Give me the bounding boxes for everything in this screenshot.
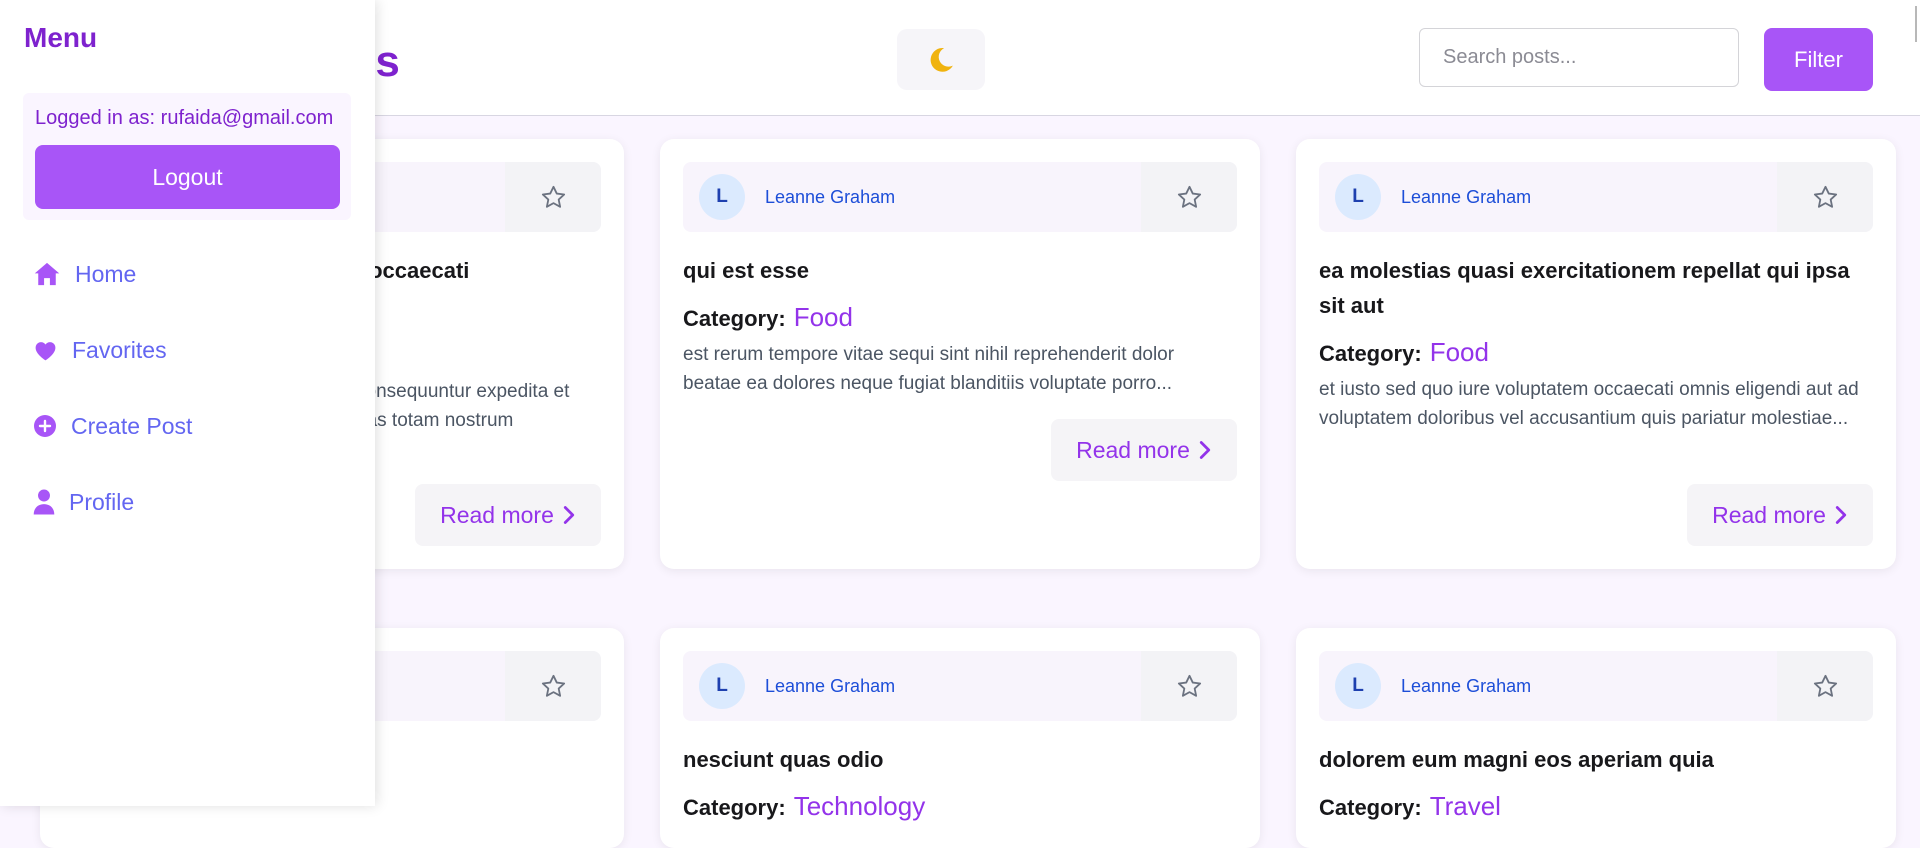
star-icon	[1177, 185, 1201, 208]
post-card-header: L Leanne Graham	[1319, 162, 1873, 232]
read-more-button[interactable]: Read more	[415, 484, 601, 546]
read-more-label: Read more	[1076, 436, 1190, 463]
star-icon	[541, 185, 565, 208]
heart-icon	[35, 341, 56, 360]
home-icon	[34, 262, 60, 286]
moon-icon	[930, 47, 953, 72]
avatar: L	[699, 663, 745, 709]
read-more-button[interactable]: Read more	[1687, 484, 1873, 546]
sidebar-item-label: Home	[75, 260, 137, 287]
category-line: Category: Food	[1319, 337, 1873, 368]
post-title: dolorem eum magni eos aperiam quia	[1319, 747, 1714, 772]
filter-button[interactable]: Filter	[1764, 28, 1873, 91]
chevron-right-icon	[563, 506, 575, 524]
menu-title: Menu	[24, 22, 98, 53]
post-title: qui est esse	[683, 258, 809, 283]
post-card: L Leanne Graham ea molestias quasi exerc…	[1296, 139, 1896, 569]
category-value: Food	[793, 302, 853, 332]
star-icon	[1813, 674, 1837, 697]
read-more-label: Read more	[1712, 501, 1826, 528]
chevron-right-icon	[1835, 506, 1847, 524]
category-label: Category:	[1319, 795, 1422, 820]
post-card: L Leanne Graham dolorem eum magni eos ap…	[1296, 628, 1896, 848]
sidebar-menu: Menu Logged in as: rufaida@gmail.com Log…	[0, 0, 375, 806]
sidebar-item-home[interactable]: Home	[33, 254, 136, 294]
category-line: Category: Travel	[1319, 791, 1873, 822]
favorite-button[interactable]	[1777, 651, 1873, 721]
sidebar-item-profile[interactable]: Profile	[33, 482, 134, 522]
post-title: ea molestias quasi exercitationem repell…	[1319, 258, 1850, 318]
chevron-right-icon	[1199, 441, 1211, 459]
avatar: L	[1335, 663, 1381, 709]
category-label: Category:	[683, 795, 786, 820]
theme-toggle-button[interactable]	[897, 29, 985, 90]
author-name[interactable]: Leanne Graham	[1401, 187, 1531, 208]
category-label: Category:	[683, 306, 786, 331]
read-more-label: Read more	[440, 501, 554, 528]
post-title: nesciunt quas odio	[683, 747, 884, 772]
sidebar-item-favorites[interactable]: Favorites	[33, 330, 167, 370]
category-line: Category: Food	[683, 302, 1237, 333]
favorite-button[interactable]	[1141, 651, 1237, 721]
post-excerpt: est rerum tempore vitae sequi sint nihil…	[683, 344, 1175, 394]
user-info-box: Logged in as: rufaida@gmail.com Logout	[23, 93, 351, 220]
favorite-button[interactable]	[1141, 162, 1237, 232]
post-excerpt: et iusto sed quo iure voluptatem occaeca…	[1319, 379, 1859, 429]
post-card: L Leanne Graham nesciunt quas odio Categ…	[660, 628, 1260, 848]
avatar: L	[1335, 174, 1381, 220]
category-value: Technology	[793, 791, 926, 821]
favorite-button[interactable]	[505, 651, 601, 721]
sidebar-item-label: Create Post	[71, 412, 193, 439]
post-card-header: L Leanne Graham	[683, 651, 1237, 721]
scrollbar-thumb[interactable]	[1915, 6, 1917, 42]
search-input[interactable]	[1419, 28, 1739, 87]
category-value: Food	[1429, 337, 1489, 367]
category-value: Travel	[1429, 791, 1501, 821]
author-name[interactable]: Leanne Graham	[1401, 676, 1531, 697]
category-line: Category: Technology	[683, 791, 1237, 822]
favorite-button[interactable]	[505, 162, 601, 232]
post-excerpt: consequuntur expedita et uas totam nostr…	[356, 381, 570, 431]
logout-button[interactable]: Logout	[35, 145, 340, 209]
post-card-header: L Leanne Graham	[683, 162, 1237, 232]
post-card-header: L Leanne Graham	[1319, 651, 1873, 721]
sidebar-item-label: Favorites	[72, 336, 167, 363]
read-more-button[interactable]: Read more	[1051, 419, 1237, 481]
avatar: L	[699, 174, 745, 220]
scrollbar[interactable]	[1910, 0, 1920, 806]
category-label: Category:	[1319, 341, 1422, 366]
author-name[interactable]: Leanne Graham	[765, 676, 895, 697]
sidebar-item-create-post[interactable]: Create Post	[33, 406, 192, 446]
star-icon	[1177, 674, 1201, 697]
user-icon	[33, 489, 55, 515]
star-icon	[541, 674, 565, 697]
author-name[interactable]: Leanne Graham	[765, 187, 895, 208]
post-card: L Leanne Graham qui est esse Category: Fo…	[660, 139, 1260, 569]
star-icon	[1813, 185, 1837, 208]
logged-in-label: Logged in as: rufaida@gmail.com	[35, 107, 334, 129]
favorite-button[interactable]	[1777, 162, 1873, 232]
plus-circle-icon	[34, 415, 56, 437]
sidebar-item-label: Profile	[69, 488, 135, 515]
